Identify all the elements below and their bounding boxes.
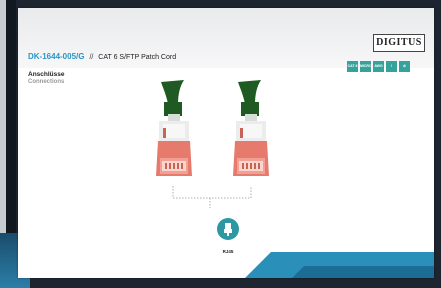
rj45-connection-icon [217,218,239,240]
rj45-plug-left [156,80,192,176]
rj45-caption: RJ45 [222,249,234,254]
callout-lines [172,186,252,208]
rj45-plug-right [233,80,269,176]
product-datasheet: DIGITUS DK-1644-005/G // CAT 6 S/FTP Pat… [18,8,434,278]
rj45-plug-icon [224,223,232,236]
corner-decoration-band-dark [284,266,434,278]
